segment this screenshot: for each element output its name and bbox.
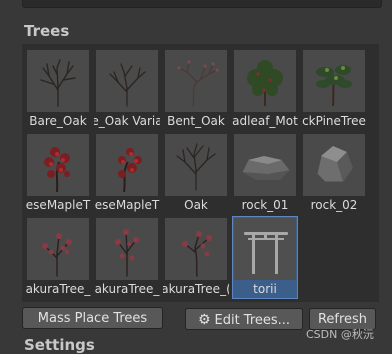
tree-item[interactable]: akuraTree_(	[163, 216, 229, 299]
tree-item-label: akuraTree_(	[163, 282, 229, 296]
mass-place-trees-button[interactable]: Mass Place Trees	[22, 307, 163, 329]
gear-icon: ⚙	[197, 312, 211, 328]
tree-item-label: ckPineTree	[302, 114, 366, 128]
tree-item-label: akuraTree_	[94, 282, 160, 296]
tree-item-label: Bare_Oak	[29, 114, 87, 128]
tree-item-selected[interactable]: torii	[232, 216, 298, 299]
maple-tree-icon	[96, 134, 158, 196]
tree-item-label: akuraTree_	[25, 282, 91, 296]
trees-section-title: Trees	[24, 22, 70, 40]
bare-tree-icon	[96, 50, 158, 112]
refresh-label: Refresh	[317, 312, 368, 327]
sakura-tree-icon	[27, 218, 89, 280]
rock-icon	[303, 134, 365, 196]
edit-trees-label: Edit Trees...	[214, 313, 291, 328]
tree-item[interactable]: akuraTree_	[25, 216, 91, 299]
tree-item[interactable]: rock_02	[301, 132, 367, 215]
mass-place-trees-label: Mass Place Trees	[37, 311, 148, 326]
tree-item-label: Oak	[184, 198, 208, 212]
tree-item-label: eseMapleT	[25, 198, 91, 212]
tree-item[interactable]: Oak	[163, 132, 229, 215]
watermark: CSDN @秋沅	[306, 328, 374, 341]
tree-item[interactable]: e_Oak Varia	[94, 48, 160, 131]
edit-trees-button[interactable]: ⚙ Edit Trees...	[185, 308, 303, 330]
text-field[interactable]	[22, 0, 382, 8]
bare-tree-icon	[27, 50, 89, 112]
tree-item[interactable]: eseMapleT	[94, 132, 160, 215]
sakura-tree-icon	[165, 218, 227, 280]
tree-item-label: rock_02	[310, 198, 358, 212]
tree-item-label: eseMapleT	[94, 198, 160, 212]
maple-tree-icon	[27, 134, 89, 196]
pine-tree-icon	[303, 50, 365, 112]
tree-item-label: e_Oak Varia	[94, 114, 160, 128]
leafy-tree-icon	[234, 50, 296, 112]
torii-gate-icon	[234, 218, 296, 280]
settings-section-title: Settings	[24, 336, 95, 354]
tree-item[interactable]: adleaf_Mot	[232, 48, 298, 131]
tree-item[interactable]: akuraTree_	[94, 216, 160, 299]
tree-item-label: adleaf_Mot	[232, 114, 298, 128]
tree-item[interactable]: Bent_Oak	[163, 48, 229, 131]
tree-item-label: torii	[253, 282, 277, 296]
tree-item-label: Bent_Oak	[167, 114, 225, 128]
tree-item[interactable]: Bare_Oak	[25, 48, 91, 131]
bare-tree-icon	[165, 134, 227, 196]
rock-icon	[234, 134, 296, 196]
tree-grid: Bare_Oak e_Oak Varia Bent_Oak adleaf_Mot	[22, 44, 379, 302]
bent-tree-icon	[165, 50, 227, 112]
tree-item[interactable]: eseMapleT	[25, 132, 91, 215]
tree-item[interactable]: rock_01	[232, 132, 298, 215]
sakura-tree-icon	[96, 218, 158, 280]
tree-item-label: rock_01	[241, 198, 289, 212]
tree-item[interactable]: ckPineTree	[301, 48, 367, 131]
